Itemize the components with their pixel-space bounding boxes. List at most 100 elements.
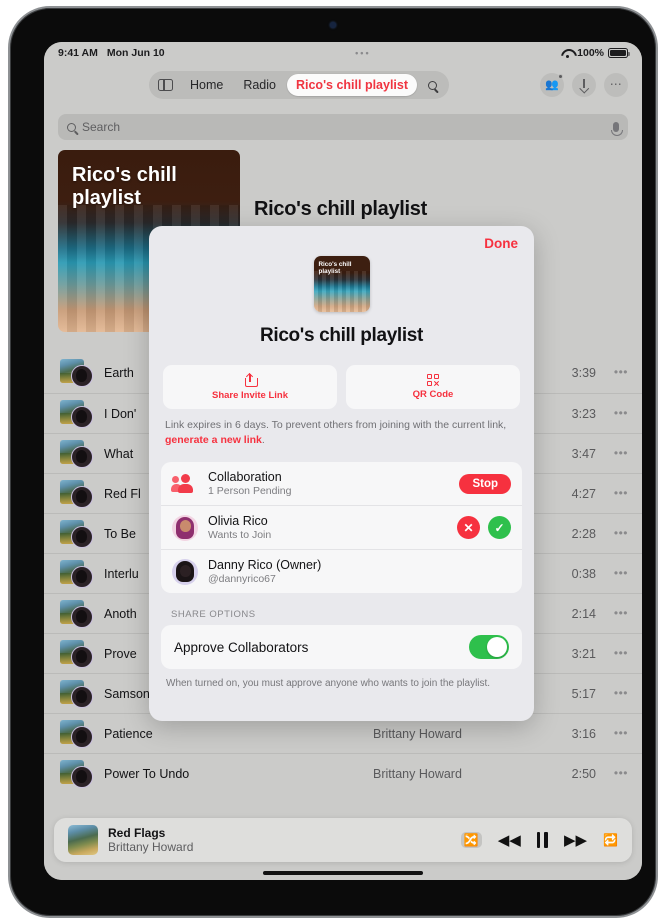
avatar	[71, 725, 93, 748]
track-artwork	[60, 479, 94, 508]
page-title: Rico's chill playlist	[254, 198, 427, 220]
share-invite-link-button[interactable]: Share Invite Link	[163, 365, 337, 409]
list-item[interactable]: Olivia Rico Wants to Join ✕ ✓	[161, 505, 522, 549]
avatar	[71, 765, 93, 788]
qr-code-button[interactable]: QR Code	[346, 365, 520, 409]
nav-search-button[interactable]	[419, 74, 445, 96]
microphone-icon[interactable]	[611, 122, 623, 136]
track-artist: Brittany Howard	[373, 726, 462, 741]
collaboration-people-icon	[171, 473, 198, 494]
person-detail: @dannyrico67	[208, 573, 276, 586]
search-icon	[67, 122, 76, 132]
tab-ricos-chill-playlist[interactable]: Rico's chill playlist	[286, 74, 418, 96]
search-field[interactable]: Search	[58, 114, 628, 140]
battery-icon	[608, 48, 630, 58]
pause-icon[interactable]	[536, 832, 548, 848]
track-more-button[interactable]: •••	[606, 607, 628, 619]
track-more-button[interactable]: •••	[606, 487, 628, 499]
approve-collaborators-label: Approve Collaborators	[174, 639, 309, 655]
avatar	[71, 685, 93, 708]
tab-radio[interactable]: Radio	[234, 74, 285, 96]
download-arrow-icon	[579, 79, 589, 91]
artwork-stripes	[313, 270, 370, 312]
qr-code-icon	[427, 374, 439, 386]
avatar	[71, 645, 93, 668]
list-item[interactable]: Danny Rico (Owner) @dannyrico67	[161, 549, 522, 593]
collaboration-text: Collaboration 1 Person Pending	[208, 470, 449, 497]
share-invite-link-label: Share Invite Link	[211, 389, 289, 401]
approval-buttons: ✕ ✓	[457, 516, 511, 540]
track-more-button[interactable]: •••	[606, 687, 628, 699]
search-input[interactable]: Search	[82, 120, 607, 134]
track-duration: 3:21	[571, 646, 596, 661]
battery-percent: 100%	[577, 47, 604, 59]
collaboration-title: Collaboration	[208, 470, 282, 485]
now-playing-meta: Red Flags Brittany Howard	[108, 826, 451, 854]
playlist-artwork-title: Rico's chill playlist	[72, 164, 177, 209]
status-center-dots: •••	[355, 48, 371, 58]
share-options-header: SHARE OPTIONS	[171, 609, 256, 621]
now-playing-artwork	[68, 825, 98, 855]
status-date: Mon Jun 10	[106, 47, 165, 59]
track-more-button[interactable]: •••	[606, 527, 628, 539]
track-more-button[interactable]: •••	[606, 407, 628, 419]
done-button[interactable]: Done	[484, 236, 518, 251]
track-duration: 2:28	[571, 526, 596, 541]
track-more-button[interactable]: •••	[606, 567, 628, 579]
stop-collaboration-button[interactable]: Stop	[459, 473, 511, 494]
sidebar-toggle-button[interactable]	[153, 74, 179, 96]
approve-collaborators-toggle[interactable]	[469, 635, 509, 660]
track-more-button[interactable]: •••	[606, 727, 628, 739]
person-text: Danny Rico (Owner) @dannyrico67	[208, 558, 511, 585]
track-duration: 3:39	[571, 366, 596, 380]
track-title: Power To Undo	[104, 766, 190, 781]
rewind-icon[interactable]: ◀◀	[498, 833, 521, 848]
link-expiry-text: Link expires in 6 days. To prevent other…	[165, 419, 507, 431]
modal-artwork-title: Rico's chill playlist	[318, 261, 352, 276]
notification-badge	[558, 74, 563, 79]
player-controls: 🔀 ◀◀ ▶▶ 🔁	[460, 832, 618, 848]
track-artwork	[60, 759, 94, 788]
shuffle-icon[interactable]: 🔀	[460, 832, 482, 848]
repeat-icon[interactable]: 🔁	[603, 834, 618, 846]
generate-new-link[interactable]: generate a new link	[165, 434, 262, 446]
track-more-button[interactable]: •••	[606, 366, 628, 378]
table-row[interactable]: Power To Undo Brittany Howard 2:50 •••	[44, 753, 642, 793]
danny-avatar	[172, 558, 198, 585]
track-duration: 0:38	[571, 566, 596, 581]
people-icon: 👥	[545, 78, 559, 91]
track-more-button[interactable]: •••	[606, 447, 628, 459]
person-text: Olivia Rico Wants to Join	[208, 514, 447, 541]
ipad-device-frame: 9:41 AM Mon Jun 10 ••• 100% Home Radio R…	[8, 6, 658, 918]
track-duration: 3:23	[571, 406, 596, 421]
track-artwork	[60, 719, 94, 748]
track-more-button[interactable]: •••	[606, 767, 628, 779]
fast-forward-icon[interactable]: ▶▶	[564, 833, 587, 848]
more-options-button[interactable]: ⋯	[604, 73, 628, 97]
share-options-card: Approve Collaborators	[161, 625, 522, 670]
track-artwork	[60, 519, 94, 548]
person-name: Olivia Rico	[208, 514, 268, 529]
track-more-button[interactable]: •••	[606, 647, 628, 659]
avatar	[71, 605, 93, 628]
ipad-screen: 9:41 AM Mon Jun 10 ••• 100% Home Radio R…	[44, 42, 642, 880]
now-playing-artist: Brittany Howard	[108, 840, 194, 854]
accept-button[interactable]: ✓	[488, 516, 511, 540]
tab-home[interactable]: Home	[181, 74, 232, 96]
track-artist: Brittany Howard	[373, 766, 462, 781]
approve-collaborators-row[interactable]: Approve Collaborators	[161, 625, 522, 669]
search-icon	[427, 80, 437, 90]
collaborators-button[interactable]: 👥	[540, 73, 564, 97]
track-artwork	[60, 559, 94, 588]
person-name: Danny Rico (Owner)	[208, 558, 322, 573]
modal-title: Rico's chill playlist	[260, 325, 423, 346]
track-duration: 2:50	[571, 766, 596, 781]
mini-player[interactable]: Red Flags Brittany Howard 🔀 ◀◀ ▶▶ 🔁	[54, 818, 632, 862]
navigation-bar: Home Radio Rico's chill playlist 👥 ⋯	[44, 64, 642, 106]
modal-playlist-artwork: Rico's chill playlist	[313, 256, 370, 312]
decline-button[interactable]: ✕	[457, 516, 480, 540]
download-button[interactable]	[572, 73, 596, 97]
track-duration: 3:16	[571, 726, 596, 741]
avatar	[71, 565, 93, 588]
modal-action-buttons: Share Invite Link QR Code	[163, 365, 520, 409]
